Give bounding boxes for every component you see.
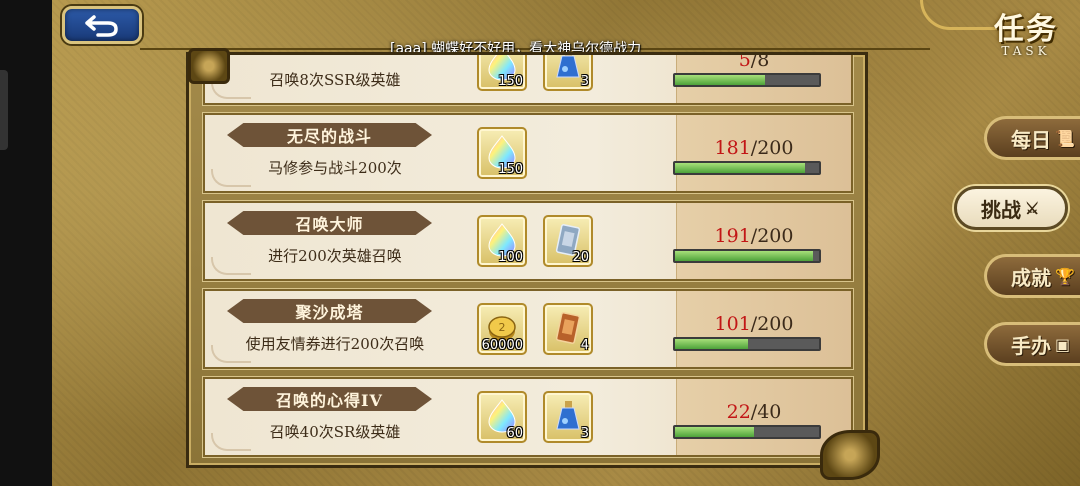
progress-total: /200 [750, 137, 794, 159]
reward-item[interactable]: 4 [543, 303, 593, 355]
reward-item[interactable]: 150 [477, 127, 527, 179]
tab-figure[interactable]: 手办 ▣ [984, 322, 1080, 366]
reward-count: 60 [506, 426, 523, 441]
figure-icon: ▣ [1055, 334, 1071, 354]
screen-edge [0, 0, 52, 486]
progress-current: 191 [714, 225, 751, 247]
task-list-panel[interactable]: 召唤8次SSR级英雄 150 3 5/8 无尽的战斗马修参与战斗200次 150 181/2… [186, 52, 868, 468]
progress-current: 101 [714, 313, 751, 335]
progress-total: /8 [750, 52, 770, 71]
reward-count: 150 [498, 162, 523, 177]
task-row[interactable]: 召唤的心得IV 召唤40次SR级英雄 60 3 22/40 [203, 377, 853, 457]
return-arrow-icon [85, 15, 118, 37]
progress-text: 101/200 [689, 313, 819, 335]
reward-count: 4 [580, 338, 589, 353]
task-title-ribbon: 召唤大师 [227, 211, 432, 235]
reward-item[interactable]: 3 [543, 55, 593, 91]
reward-count: 3 [580, 74, 589, 89]
tab-label: 成就 [1011, 265, 1051, 290]
tab-label: 手办 [1011, 333, 1051, 358]
panel-corner-ornament [820, 430, 880, 480]
task-title: 召唤的心得IV [276, 391, 383, 410]
panel-corner-ornament [188, 48, 230, 84]
task-title-ribbon: 召唤的心得IV [227, 387, 432, 411]
progress-current: 5 [738, 52, 751, 71]
reward-count: 100 [498, 250, 523, 265]
task-description: 马修参与战斗200次 [268, 159, 402, 177]
progress-text: 22/40 [689, 401, 819, 423]
progress-bar [673, 73, 821, 87]
back-button[interactable] [62, 6, 142, 44]
scroll-icon: 📜 [1055, 128, 1075, 148]
progress-text: 5/8 [689, 52, 819, 71]
task-title: 召唤大师 [295, 215, 364, 234]
svg-text:2: 2 [499, 321, 506, 334]
progress-fill [675, 427, 755, 437]
task-title-ribbon: 聚沙成塔 [227, 299, 432, 323]
page-title-cn: 任务 [994, 12, 1058, 47]
task-description: 使用友情券进行200次召唤 [245, 335, 425, 353]
task-row[interactable]: 聚沙成塔使用友情券进行200次召唤 2 60000 4 101/200 [203, 289, 853, 369]
reward-count: 60000 [481, 338, 523, 353]
progress-current: 22 [726, 401, 751, 423]
task-description: 进行200次英雄召唤 [268, 247, 402, 265]
reward-item[interactable]: 100 [477, 215, 527, 267]
reward-item[interactable]: 20 [543, 215, 593, 267]
crossed-swords-icon: ⚔ [1025, 198, 1040, 218]
task-title: 聚沙成塔 [295, 303, 364, 322]
progress-bar [673, 161, 821, 175]
progress-bar [673, 337, 821, 351]
progress-bar [673, 425, 821, 439]
progress-current: 181 [714, 137, 751, 159]
trophy-icon: 🏆 [1055, 266, 1075, 286]
tab-label: 每日 [1011, 127, 1051, 152]
reward-item[interactable]: 3 [543, 391, 593, 443]
reward-item[interactable]: 2 60000 [477, 303, 527, 355]
progress-total: /200 [750, 225, 794, 247]
page-title: 任务 TASK [986, 4, 1066, 58]
progress-text: 191/200 [689, 225, 819, 247]
tab-achievement[interactable]: 成就 🏆 [984, 254, 1080, 298]
task-row[interactable]: 无尽的战斗马修参与战斗200次 150 181/200 [203, 113, 853, 193]
progress-total: /40 [750, 401, 782, 423]
tab-daily[interactable]: 每日 📜 [984, 116, 1080, 160]
progress-fill [675, 75, 765, 85]
reward-count: 3 [580, 426, 589, 441]
reward-count: 150 [498, 74, 523, 89]
task-row[interactable]: 召唤大师进行200次英雄召唤 100 20 191/200 [203, 201, 853, 281]
progress-fill [675, 251, 813, 261]
reward-item[interactable]: 150 [477, 55, 527, 91]
progress-text: 181/200 [689, 137, 819, 159]
progress-total: /200 [750, 313, 794, 335]
tab-challenge[interactable]: 挑战 ⚔ [954, 186, 1068, 230]
task-list: 召唤8次SSR级英雄 150 3 5/8 无尽的战斗马修参与战斗200次 150 181/2… [203, 52, 853, 465]
tab-label: 挑战 [981, 197, 1021, 222]
reward-item[interactable]: 60 [477, 391, 527, 443]
progress-fill [675, 339, 748, 349]
camera-notch [0, 70, 8, 150]
task-row[interactable]: 召唤8次SSR级英雄 150 3 5/8 [203, 52, 853, 105]
task-title-ribbon: 无尽的战斗 [227, 123, 432, 147]
task-description: 召唤40次SR级英雄 [269, 423, 401, 441]
progress-fill [675, 163, 806, 173]
task-description: 召唤8次SSR级英雄 [269, 71, 401, 89]
progress-bar [673, 249, 821, 263]
task-title: 无尽的战斗 [286, 127, 372, 146]
reward-count: 20 [572, 250, 589, 265]
